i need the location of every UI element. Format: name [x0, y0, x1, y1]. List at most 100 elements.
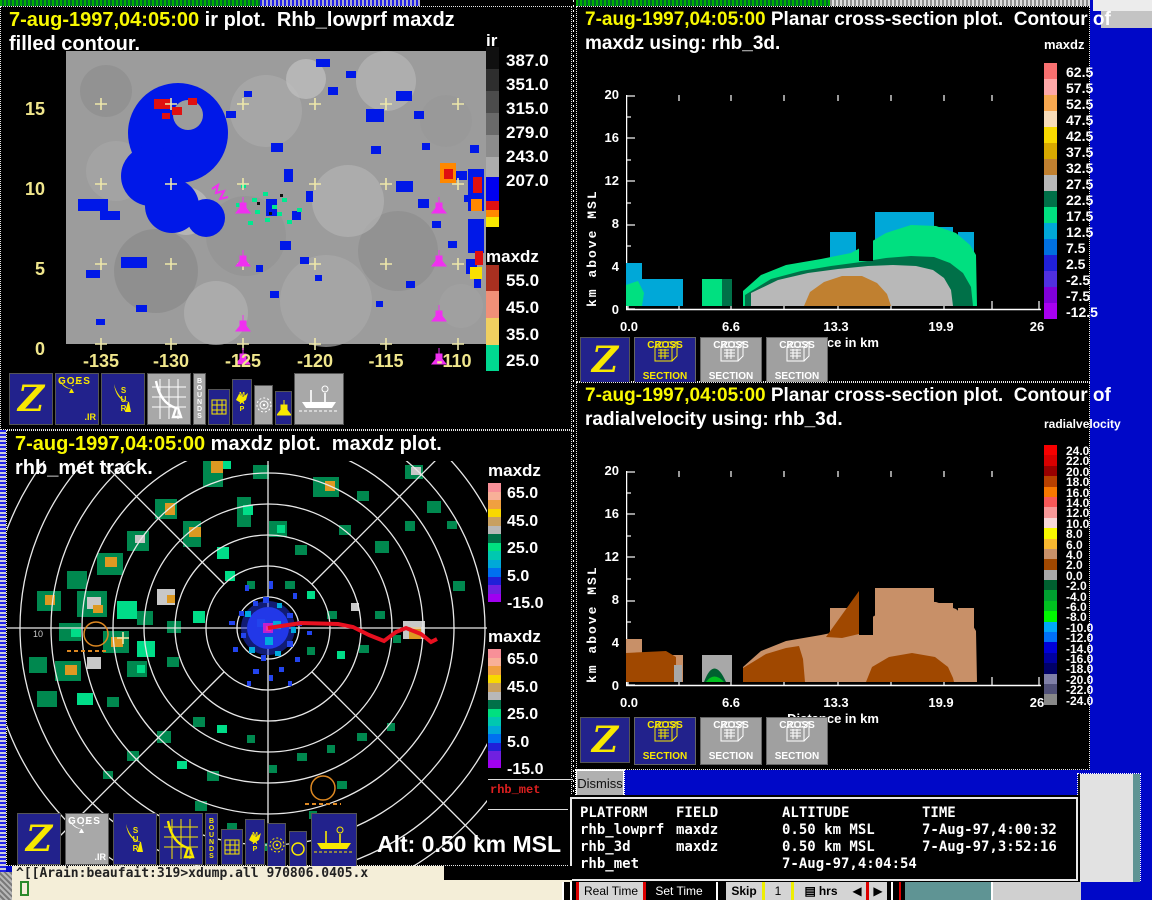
- range-rings-button[interactable]: [254, 385, 273, 425]
- map-button[interactable]: MAP: [232, 379, 252, 425]
- skip-interval-field[interactable]: 1: [765, 882, 791, 900]
- surveillance-button[interactable]: SUR: [113, 813, 157, 865]
- section-label: SECTION: [775, 371, 819, 382]
- surveillance-button[interactable]: SUR: [101, 373, 145, 425]
- colorbar-maxdz: maxdz62.557.552.547.542.537.532.527.522.…: [1044, 37, 1132, 337]
- terminal-scrollbar[interactable]: [0, 872, 12, 900]
- window-xsec-maxdz: 7-aug-1997,04:05:00 Planar cross-section…: [576, 6, 1090, 382]
- ship-button[interactable]: [311, 813, 357, 867]
- cube-icon: [782, 720, 812, 742]
- cell-platform: rhb_lowprf: [580, 822, 676, 839]
- radar-grid-button[interactable]: [159, 813, 203, 865]
- y-tick: 0: [585, 302, 619, 317]
- col-header: FIELD: [676, 805, 782, 822]
- section-label: SECTION: [709, 751, 753, 762]
- map-icon: [235, 392, 249, 404]
- x-tick: 0.0: [620, 319, 638, 334]
- title-timestamp: 7-aug-1997,04:05:00: [15, 433, 205, 455]
- colorbar-radialvelocity: radialvelocity24.022.020.018.016.014.012…: [1044, 417, 1132, 727]
- zebra-logo-icon[interactable]: Z: [9, 373, 53, 425]
- window-title-line2: rhb_met track.: [15, 457, 153, 480]
- zebra-logo-icon[interactable]: Z: [580, 337, 630, 383]
- step-forward-button[interactable]: ▶: [869, 882, 887, 900]
- taskbar-panel: [905, 882, 991, 900]
- y-tick: 8: [585, 216, 619, 231]
- hrs-units-button[interactable]: ▤hrs: [794, 882, 848, 900]
- radar-dish-icon: [124, 822, 146, 856]
- track-platform-label: rhb_met: [490, 783, 540, 797]
- cross-section-button[interactable]: CROSS SECTION: [766, 717, 828, 765]
- section-label: SECTION: [643, 751, 687, 762]
- y-tick: 4: [585, 259, 619, 274]
- x-tick: 6.6: [722, 695, 740, 710]
- buoy-button[interactable]: [275, 391, 292, 425]
- window-title: 7-aug-1997,04:05:00 Planar cross-section…: [585, 9, 1111, 31]
- ir-label: .IR: [58, 412, 96, 422]
- zebra-z: Z: [592, 722, 618, 758]
- x-tick: 0.0: [620, 695, 638, 710]
- rings-icon: [256, 397, 272, 413]
- bounds-label: BOUNDS: [208, 818, 215, 860]
- platform-status-window: PLATFORM FIELD ALTITUDE TIME rhb_lowprf …: [570, 797, 1078, 881]
- col-header: ALTITUDE: [782, 805, 922, 822]
- zebra-logo-icon[interactable]: Z: [17, 813, 61, 865]
- cell-field: [676, 856, 782, 873]
- cell-time: 7-Aug-97,4:00:32: [922, 822, 1076, 839]
- cell-field: maxdz: [676, 839, 782, 856]
- y-tick: 20: [585, 87, 619, 102]
- cross-section-button[interactable]: CROSS SECTION: [700, 717, 762, 765]
- terminal-window[interactable]: ^[[Arain:beaufait:319>xdump.all 970806.0…: [12, 866, 572, 900]
- x-tick: 13.3: [823, 695, 848, 710]
- x-tick: -125: [225, 351, 261, 372]
- circle-button[interactable]: [289, 831, 307, 867]
- bounds-button[interactable]: BOUNDS: [193, 373, 206, 425]
- section-label: SECTION: [775, 751, 819, 762]
- x-tick: 19.9: [928, 319, 953, 334]
- x-tick: 26: [1030, 319, 1044, 334]
- col-header: TIME: [922, 805, 1076, 822]
- window-title: 7-aug-1997,04:05:00 Planar cross-section…: [585, 385, 1111, 407]
- zebra-logo-icon[interactable]: Z: [580, 717, 630, 763]
- cross-section-button[interactable]: CROSS SECTION: [700, 337, 762, 385]
- y-tick: 5: [5, 259, 45, 280]
- table-row: rhb_lowprf maxdz 0.50 km MSL 7-Aug-97,4:…: [580, 822, 1076, 839]
- y-tick: 16: [585, 130, 619, 145]
- cross-section-button-active[interactable]: CROSS SECTION: [634, 717, 696, 765]
- satellite-dish-icon: [58, 376, 84, 394]
- x-tick: 6.6: [722, 319, 740, 334]
- bounds-button[interactable]: BOUNDS: [205, 813, 218, 865]
- skip-button[interactable]: Skip: [726, 882, 762, 900]
- circle-icon: [291, 842, 305, 856]
- cross-section-button[interactable]: CROSS SECTION: [766, 337, 828, 385]
- real-time-button[interactable]: Real Time: [579, 882, 643, 900]
- radar-grid-icon: [150, 377, 188, 421]
- title-timestamp: 7-aug-1997,04:05:00: [9, 9, 199, 31]
- dismiss-button[interactable]: Dismiss: [576, 770, 624, 796]
- grid-button[interactable]: [221, 829, 243, 865]
- x-tick: -130: [153, 351, 189, 372]
- step-back-button[interactable]: ◀: [848, 882, 866, 900]
- y-tick: 16: [585, 506, 619, 521]
- title-text: Planar cross-section plot. Contour of: [766, 9, 1111, 30]
- cross-section-button-active[interactable]: CROSS SECTION: [634, 337, 696, 385]
- goes-ir-button[interactable]: GOES .IR: [65, 813, 109, 865]
- radar-dish-icon: [112, 382, 134, 416]
- satellite-dish-icon: [68, 816, 94, 834]
- section-label: SECTION: [709, 371, 753, 382]
- x-tick: -120: [297, 351, 333, 372]
- radar-grid-button[interactable]: [147, 373, 191, 425]
- goes-ir-button[interactable]: GOES .IR: [55, 373, 99, 425]
- cube-icon: [716, 340, 746, 362]
- cell-time: 7-Aug-97,3:52:16: [922, 839, 1076, 856]
- map-button[interactable]: MAP: [245, 819, 265, 865]
- radar-grid-icon: [162, 817, 200, 861]
- hrs-label: hrs: [819, 884, 838, 898]
- grid-button[interactable]: [208, 389, 230, 425]
- set-time-button[interactable]: Set Time: [646, 882, 712, 900]
- ship-button[interactable]: [294, 373, 344, 425]
- cell-time: [922, 856, 1076, 873]
- range-rings-button[interactable]: [267, 823, 286, 867]
- cube-icon: [716, 720, 746, 742]
- taskbar-desktop-gap: [1081, 882, 1152, 900]
- terminal-highlight: [444, 866, 572, 880]
